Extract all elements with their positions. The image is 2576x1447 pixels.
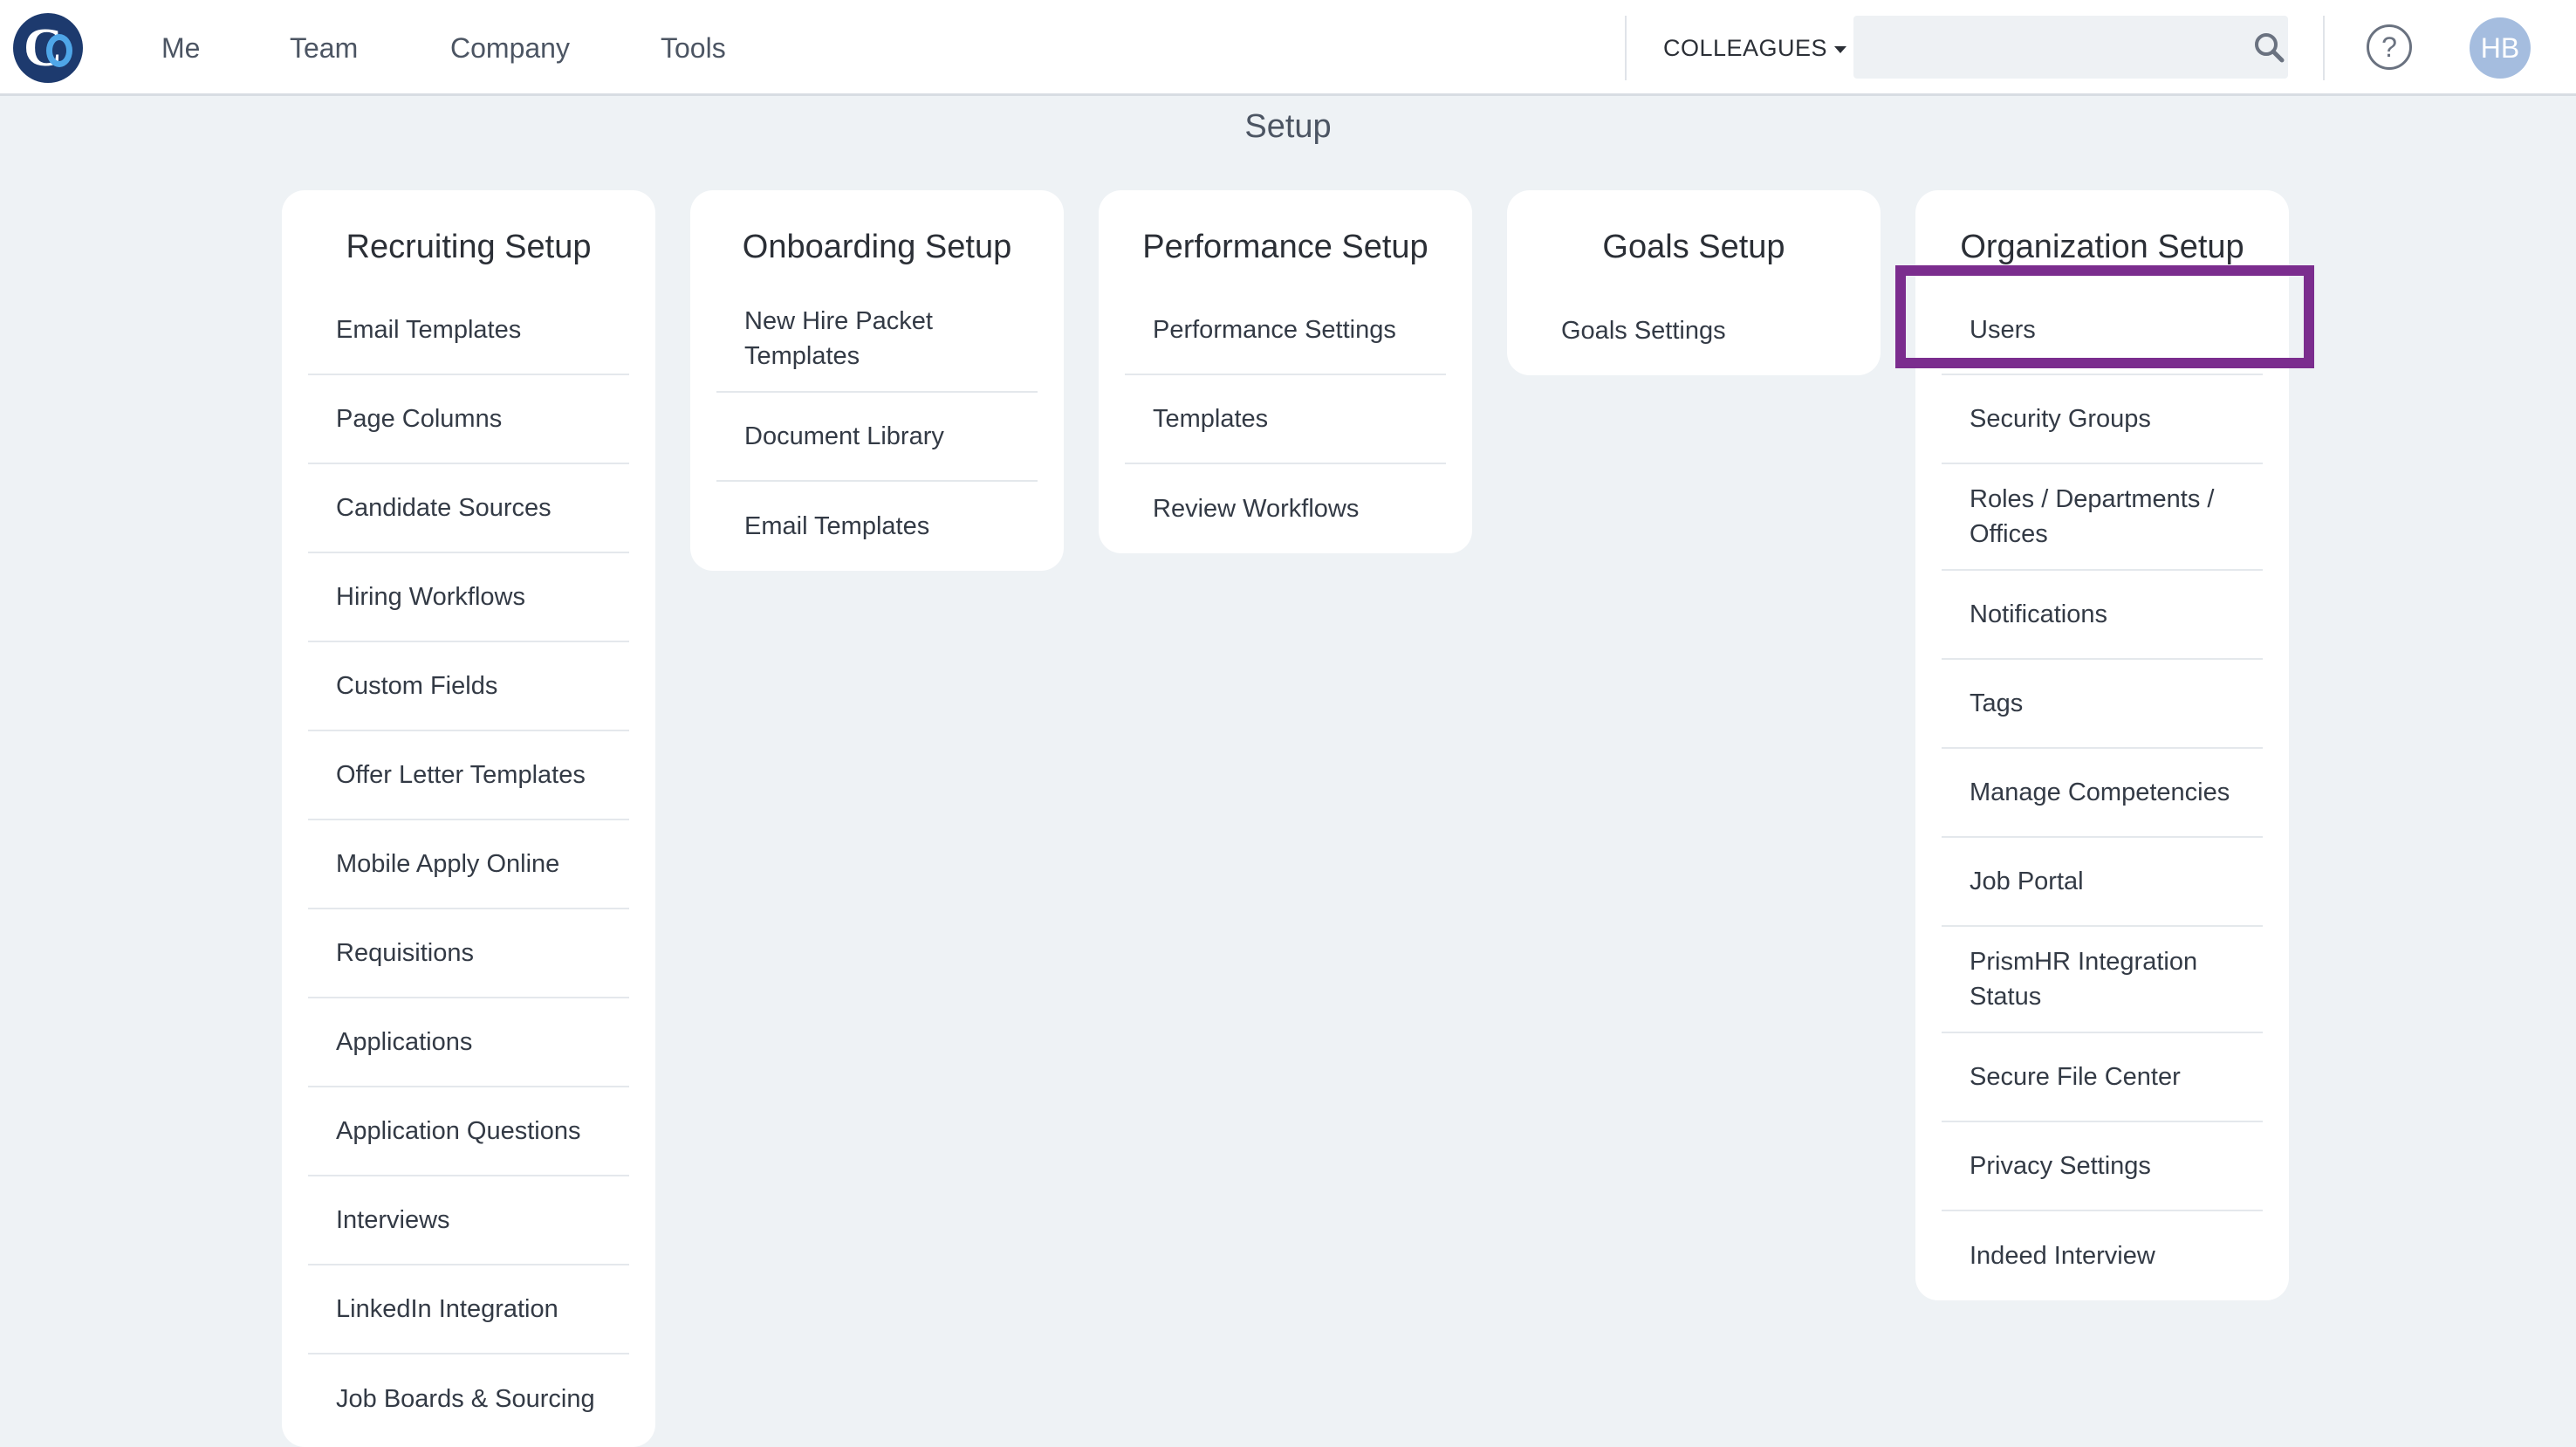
card-list: New Hire Packet Templates Document Libra… [716,286,1038,571]
setup-link-templates[interactable]: Templates [1125,375,1446,464]
setup-link-linkedin-integration[interactable]: LinkedIn Integration [308,1265,629,1354]
card-title: Recruiting Setup [346,229,592,265]
setup-link-job-portal[interactable]: Job Portal [1942,838,2263,927]
setup-link-privacy-settings[interactable]: Privacy Settings [1942,1122,2263,1211]
setup-link-roles-departments-offices[interactable]: Roles / Departments / Offices [1942,464,2263,571]
nav-link-me[interactable]: Me [161,0,200,96]
setup-link-secure-file-center[interactable]: Secure File Center [1942,1033,2263,1122]
colleagues-dropdown-label: COLLEAGUES [1663,35,1828,61]
setup-link-manage-competencies[interactable]: Manage Competencies [1942,749,2263,838]
avatar[interactable]: HB [2470,17,2531,79]
card-performance-setup: Performance Setup Performance Settings T… [1099,190,1472,553]
caret-down-icon [1834,45,1847,53]
setup-link-candidate-sources[interactable]: Candidate Sources [308,464,629,553]
search-input[interactable] [1853,16,2288,79]
card-list: Performance Settings Templates Review Wo… [1125,286,1446,553]
setup-link-review-workflows[interactable]: Review Workflows [1125,464,1446,553]
card-list: Goals Settings [1533,286,1854,375]
nav-divider [1625,16,1627,80]
setup-link-new-hire-packet-templates[interactable]: New Hire Packet Templates [716,286,1038,393]
setup-link-applications[interactable]: Applications [308,998,629,1087]
colleagues-logo-icon[interactable]: C [13,13,83,83]
card-recruiting-setup: Recruiting Setup Email Templates Page Co… [282,190,655,1447]
setup-link-email-templates[interactable]: Email Templates [716,482,1038,571]
setup-link-application-questions[interactable]: Application Questions [308,1087,629,1176]
card-title: Goals Setup [1602,229,1785,265]
card-list: Users Security Groups Roles / Department… [1942,286,2263,1300]
setup-link-notifications[interactable]: Notifications [1942,571,2263,660]
card-list: Email Templates Page Columns Candidate S… [308,286,629,1444]
setup-link-indeed-interview[interactable]: Indeed Interview [1942,1211,2263,1300]
top-navbar: C Me Team Company Tools COLLEAGUES ? HB [0,0,2576,96]
setup-link-security-groups[interactable]: Security Groups [1942,375,2263,464]
setup-link-mobile-apply-online[interactable]: Mobile Apply Online [308,820,629,909]
card-title: Performance Setup [1142,229,1428,265]
nav-link-team[interactable]: Team [290,0,358,96]
setup-link-email-templates[interactable]: Email Templates [308,286,629,375]
setup-link-goals-settings[interactable]: Goals Settings [1533,286,1854,375]
setup-link-interviews[interactable]: Interviews [308,1176,629,1265]
page-title: Setup [1244,108,1332,145]
setup-link-tags[interactable]: Tags [1942,660,2263,749]
setup-link-hiring-workflows[interactable]: Hiring Workflows [308,553,629,642]
setup-link-page-columns[interactable]: Page Columns [308,375,629,464]
card-onboarding-setup: Onboarding Setup New Hire Packet Templat… [690,190,1064,571]
colleagues-dropdown[interactable]: COLLEAGUES [1663,0,1847,96]
nav-link-company[interactable]: Company [450,0,570,96]
nav-divider [2323,16,2325,80]
help-icon[interactable]: ? [2367,24,2412,70]
card-title: Organization Setup [1960,229,2244,265]
search-icon[interactable] [2253,31,2285,63]
setup-link-offer-letter-templates[interactable]: Offer Letter Templates [308,731,629,820]
setup-link-job-boards-sourcing[interactable]: Job Boards & Sourcing [308,1354,629,1444]
setup-link-users[interactable]: Users [1942,286,2263,375]
setup-link-document-library[interactable]: Document Library [716,393,1038,482]
card-title: Onboarding Setup [742,229,1012,265]
setup-link-requisitions[interactable]: Requisitions [308,909,629,998]
card-organization-setup: Organization Setup Users Security Groups… [1915,190,2289,1300]
setup-link-custom-fields[interactable]: Custom Fields [308,642,629,731]
card-goals-setup: Goals Setup Goals Settings [1507,190,1881,375]
setup-link-performance-settings[interactable]: Performance Settings [1125,286,1446,375]
nav-link-tools[interactable]: Tools [661,0,726,96]
setup-link-prismhr-integration-status[interactable]: PrismHR Integration Status [1942,927,2263,1033]
